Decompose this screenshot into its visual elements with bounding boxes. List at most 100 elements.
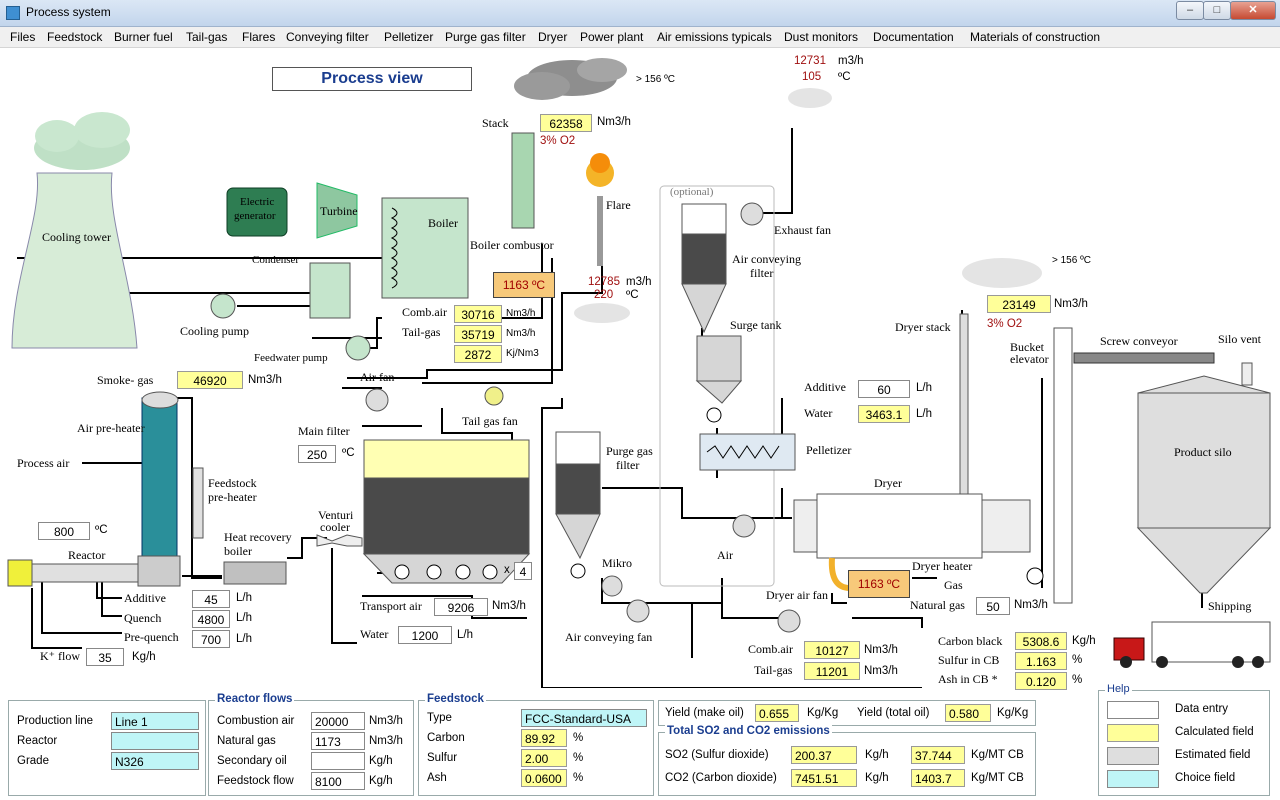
reactor-temp-unit: ºC: [95, 524, 108, 536]
reactor-flows-panel: Reactor flows Combustion air 20000 Nm3/h…: [208, 693, 414, 796]
menu-burner-fuel[interactable]: Burner fuel: [114, 30, 173, 44]
menu-conveying-filter[interactable]: Conveying filter: [286, 30, 369, 44]
water2-value: 3463.1: [858, 405, 910, 423]
help-calculated-swatch: [1107, 724, 1159, 742]
label-air-conveying-filter-2: filter: [750, 266, 774, 280]
additive-input[interactable]: 45: [192, 590, 230, 608]
label-shipping: Shipping: [1208, 599, 1252, 613]
water-input[interactable]: 1200: [398, 626, 452, 644]
menu-power-plant[interactable]: Power plant: [580, 30, 643, 44]
combustion-air-unit: Nm3/h: [369, 715, 403, 727]
dryer-stack-o2: 3% O2: [987, 318, 1023, 330]
feedstock-type-select[interactable]: FCC-Standard-USA: [521, 709, 647, 727]
natural-gas-unit: Nm3/h: [1014, 599, 1048, 611]
menu-air-emissions[interactable]: Air emissions typicals: [657, 30, 772, 44]
boiler-comb-air-value: 30716: [454, 305, 502, 323]
ash-label: Ash: [427, 772, 447, 784]
filter-count-x: x: [504, 564, 510, 576]
k-flow-unit: Kg/h: [132, 651, 156, 663]
label-heat-recovery-2: boiler: [224, 544, 252, 558]
feedstock-flow-input[interactable]: 8100: [311, 772, 365, 790]
feedstock-type-label: Type: [427, 712, 452, 724]
water2-unit: L/h: [916, 408, 932, 420]
filter-count-input[interactable]: 4: [514, 562, 532, 580]
label-air: Air: [717, 548, 733, 562]
dryer-comb-air-value: 10127: [804, 641, 860, 659]
menu-documentation[interactable]: Documentation: [873, 30, 954, 44]
combustion-air-input[interactable]: 20000: [311, 712, 365, 730]
label-venturi-2: cooler: [320, 520, 350, 534]
boiler-temp-value: 1163 ºC: [493, 272, 555, 298]
help-choice-swatch: [1107, 770, 1159, 788]
feedstock-flow-label: Feedstock flow: [217, 775, 294, 787]
app-icon: [6, 6, 20, 20]
ash-in-cb-unit: %: [1072, 674, 1083, 686]
boiler-energy-value: 2872: [454, 345, 502, 363]
secondary-oil-input[interactable]: [311, 752, 365, 770]
menu-materials[interactable]: Materials of construction: [970, 30, 1100, 44]
transport-air-input[interactable]: 9206: [434, 598, 488, 616]
reactor-label: Reactor: [17, 735, 58, 747]
help-estimated-swatch: [1107, 747, 1159, 765]
yield-make-unit: Kg/Kg: [807, 707, 839, 719]
natural-gas-flow-unit: Nm3/h: [369, 735, 403, 747]
label-surge-tank: Surge tank: [730, 318, 782, 332]
label-feedwater-pump: Feedwater pump: [254, 352, 328, 364]
sulfur-unit: %: [573, 752, 584, 764]
combustion-air-label: Combustion air: [217, 715, 295, 727]
process-view-title: Process view: [272, 67, 472, 91]
help-panel: Help Data entry Calculated field Estimat…: [1098, 683, 1270, 796]
pre-quench-input[interactable]: 700: [192, 630, 230, 648]
close-button[interactable]: ✕: [1230, 1, 1276, 20]
main-filter-temp-input[interactable]: 250: [298, 445, 336, 463]
maximize-button[interactable]: □: [1203, 1, 1231, 20]
dryer-heater-temp: 1163 ºC: [848, 570, 910, 598]
label-gas: Gas: [944, 578, 963, 592]
reactor-flows-title: Reactor flows: [215, 693, 295, 705]
menu-pelletizer[interactable]: Pelletizer: [384, 30, 433, 44]
minimize-button[interactable]: –: [1176, 1, 1204, 20]
menu-feedstock[interactable]: Feedstock: [47, 30, 102, 44]
reactor-temp-input[interactable]: 800: [38, 522, 90, 540]
quench-input[interactable]: 4800: [192, 610, 230, 628]
flare-flow-unit: m3/h: [626, 276, 652, 288]
production-line-select[interactable]: Line 1: [111, 712, 199, 730]
yield-total-unit: Kg/Kg: [997, 707, 1029, 719]
label-dryer-air-fan: Dryer air fan: [766, 588, 828, 602]
menu-purge-gas-filter[interactable]: Purge gas filter: [445, 30, 526, 44]
ash-in-cb-value: 0.120: [1015, 672, 1067, 690]
reactor-select[interactable]: [111, 732, 199, 750]
label-flare: Flare: [606, 198, 631, 212]
label-main-filter: Main filter: [298, 424, 350, 438]
k-flow-input[interactable]: 35: [86, 648, 124, 666]
natural-gas-input[interactable]: 50: [976, 597, 1010, 615]
natural-gas-label: Natural gas: [217, 735, 276, 747]
grade-label: Grade: [17, 755, 49, 767]
process-canvas: Process view Cooling tower Electric gene…: [2, 48, 1278, 798]
help-calculated-label: Calculated field: [1175, 726, 1254, 738]
label-dryer: Dryer: [874, 476, 902, 490]
label-cooling-pump: Cooling pump: [180, 324, 250, 338]
grade-select[interactable]: N326: [111, 752, 199, 770]
sulfur-in-cb-value: 1.163: [1015, 652, 1067, 670]
dryer-tail-gas-value: 11201: [804, 662, 860, 680]
boiler-energy-unit: Kj/Nm3: [506, 348, 539, 359]
menu-tail-gas[interactable]: Tail-gas: [186, 30, 227, 44]
flare-temp: 220: [594, 289, 614, 301]
carbon-black-unit: Kg/h: [1072, 635, 1096, 647]
yield-total-label: Yield (total oil): [857, 707, 930, 719]
label-boiler: Boiler: [428, 216, 458, 230]
menu-files[interactable]: Files: [10, 30, 35, 44]
help-choice-label: Choice field: [1175, 772, 1236, 784]
ash-value: 0.0600: [521, 769, 567, 787]
label-stack: Stack: [482, 116, 509, 130]
label-air-fan: Air fan: [360, 370, 395, 384]
menu-dust-monitors[interactable]: Dust monitors: [784, 30, 858, 44]
additive2-input[interactable]: 60: [858, 380, 910, 398]
label-natural-gas: Natural gas: [910, 598, 965, 612]
sulfur-in-cb-unit: %: [1072, 654, 1083, 666]
label-transport-air: Transport air: [360, 599, 422, 613]
menu-dryer[interactable]: Dryer: [538, 30, 567, 44]
menu-flares[interactable]: Flares: [242, 30, 275, 44]
natural-gas-flow-input[interactable]: 1173: [311, 732, 365, 750]
